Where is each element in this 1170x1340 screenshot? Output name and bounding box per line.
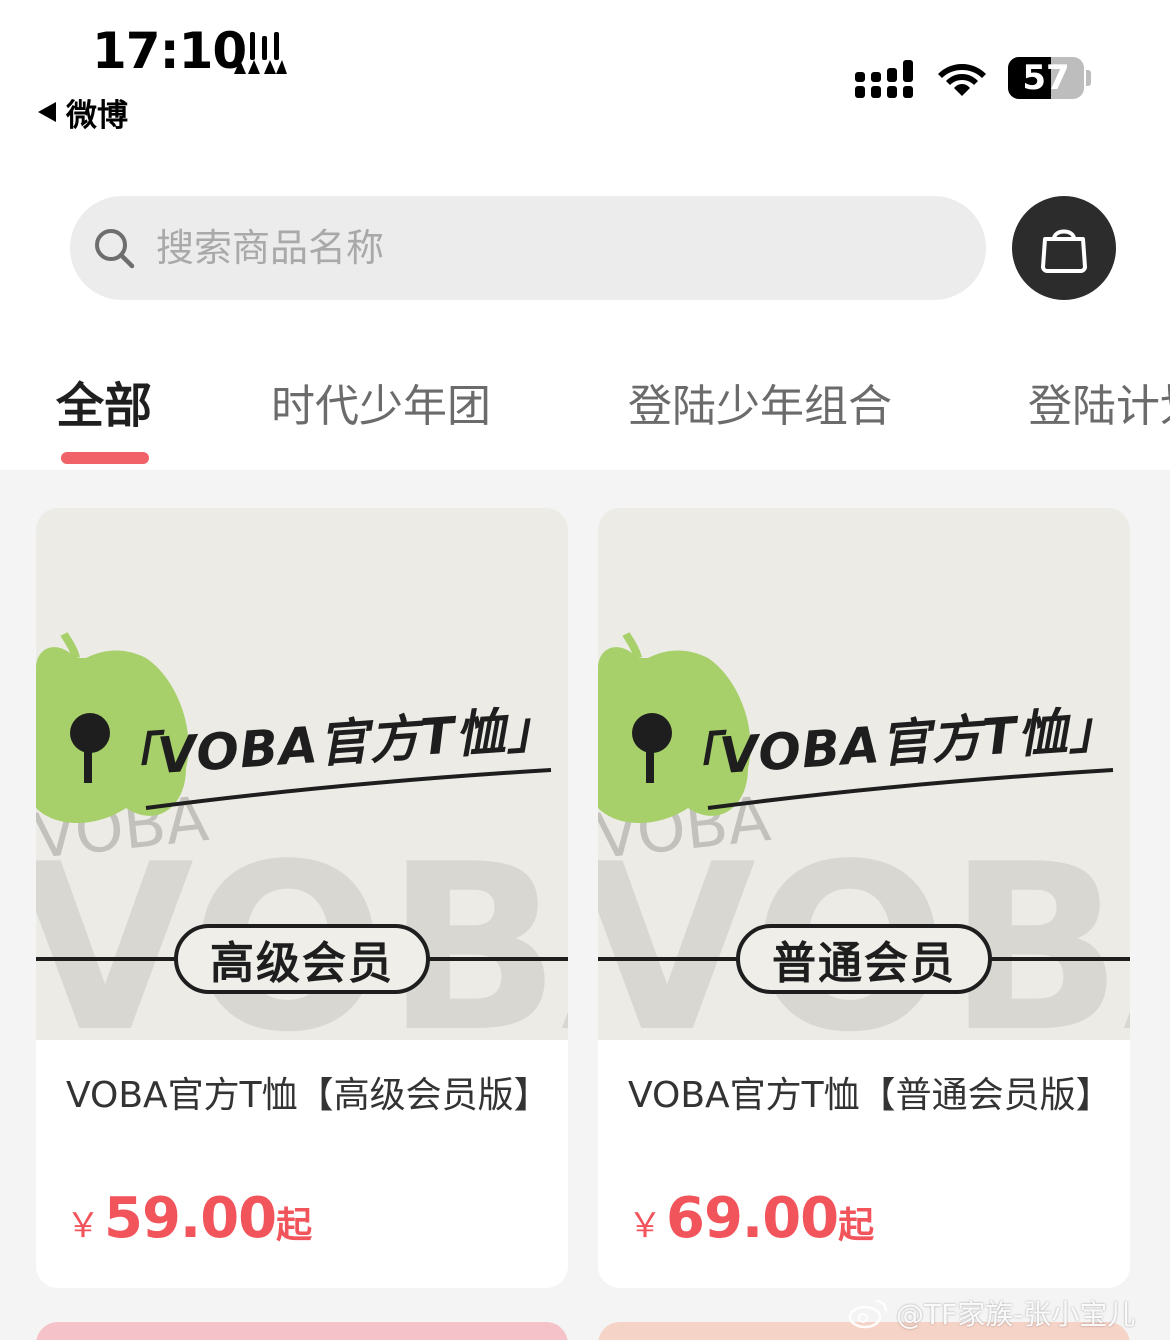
price-suffix: 起 [276,1205,313,1246]
tab-all[interactable]: 全部 [56,366,152,436]
back-arrow-icon [38,102,56,122]
next-product-card-peek[interactable] [36,1322,568,1340]
wifi-icon [938,64,986,96]
battery-indicator: 57 [1008,57,1084,99]
battery-tip [1086,70,1091,86]
price-amount: 69.00 [666,1186,839,1251]
watermark-text: @TF家族-张小宝儿 [896,1298,1136,1331]
product-title: VOBA官方T恤【高级会员版】 [66,1075,550,1116]
product-price: ￥ 69.00 起 [628,1186,874,1251]
shopping-bag-icon [1041,229,1087,273]
price-amount: 59.00 [104,1186,277,1251]
product-price: ￥ 59.00 起 [66,1186,312,1251]
activity-icon [234,32,287,74]
back-app-label: 微博 [66,97,128,134]
weibo-watermark: @TF家族-张小宝儿 [848,1290,1135,1336]
battery-level: 57 [1022,58,1070,98]
search-bar[interactable] [70,196,986,300]
status-time: 17:10 [92,22,247,80]
membership-badge: 普通会员 [736,924,992,994]
tab-tnt[interactable]: 时代少年团 [271,370,491,434]
tab-landing-boys[interactable]: 登陆少年组合 [628,370,892,434]
search-input[interactable] [156,226,936,270]
currency-symbol: ￥ [628,1206,662,1246]
tab-landing-plan[interactable]: 登陆计划 [1028,370,1170,434]
product-image: VOBA VOBA 「VOBA官方T恤」 高级会员 [36,508,568,1083]
shopping-bag-button[interactable] [1012,196,1116,300]
membership-badge: 高级会员 [174,924,430,994]
active-tab-indicator [61,452,149,464]
back-to-app-button[interactable]: 微博 [38,92,128,134]
product-image: VOBA VOBA 「VOBA官方T恤」 普通会员 [598,508,1130,1083]
currency-symbol: ￥ [66,1206,100,1246]
product-title: VOBA官方T恤【普通会员版】 [628,1075,1112,1116]
price-suffix: 起 [838,1205,875,1246]
search-icon [95,229,135,269]
product-card[interactable]: VOBA VOBA 「VOBA官方T恤」 高级会员 VOBA官方T恤【高级会员版… [36,508,568,1288]
weibo-logo-icon [848,1299,888,1329]
product-card[interactable]: VOBA VOBA 「VOBA官方T恤」 普通会员 VOBA官方T恤【普通会员版… [598,508,1130,1288]
header-region: 17:10 微博 57 搜索商品名称 全部 时代少年团 登陆少年组合 登陆计 [0,0,1170,470]
cellular-signal-icon [855,60,913,98]
category-tabs: 全部 时代少年团 登陆少年组合 登陆计划 [0,360,1170,470]
